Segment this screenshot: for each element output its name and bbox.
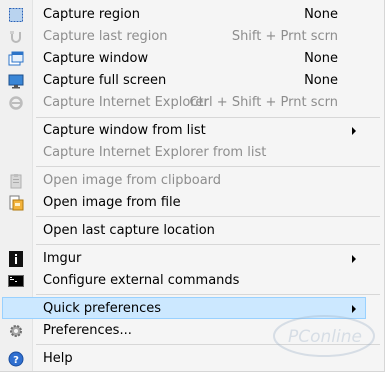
menu-item-label: Help xyxy=(43,351,73,366)
menu-item-capture-internet-explorer: Capture Internet Explorer Ctrl + Shift +… xyxy=(0,92,384,114)
pconline-watermark-logo: PConline xyxy=(268,310,378,366)
window-capture-icon xyxy=(8,51,24,67)
menu-item-capture-window[interactable]: Capture window None xyxy=(0,48,384,70)
menu-item-capture-region[interactable]: Capture region None xyxy=(0,4,384,26)
svg-text:?: ? xyxy=(13,355,19,366)
menu-item-capture-window-from-list[interactable]: Capture window from list xyxy=(0,120,384,142)
submenu-arrow-icon xyxy=(352,255,356,263)
last-region-icon xyxy=(8,29,24,45)
menu-item-shortcut: Shift + Prnt scrn xyxy=(231,29,338,44)
menu-separator xyxy=(36,117,380,118)
imgur-icon xyxy=(8,251,24,267)
menu-item-open-last-capture-location[interactable]: Open last capture location xyxy=(0,220,384,242)
submenu-arrow-icon xyxy=(352,127,356,135)
menu-item-imgur[interactable]: Imgur xyxy=(0,248,384,270)
menu-item-shortcut: None xyxy=(304,51,338,66)
menu-item-open-image-from-clipboard: Open image from clipboard xyxy=(0,170,384,192)
menu-item-label: Preferences... xyxy=(43,323,132,338)
menu-item-capture-last-region: Capture last region Shift + Prnt scrn xyxy=(0,26,384,48)
monitor-icon xyxy=(8,73,24,89)
menu-item-label: Open last capture location xyxy=(43,223,215,238)
menu-item-shortcut: Ctrl + Shift + Prnt scrn xyxy=(189,95,338,110)
menu-item-label: Capture window xyxy=(43,51,149,66)
menu-item-label: Capture full screen xyxy=(43,73,167,88)
menu-separator xyxy=(36,294,380,295)
clipboard-icon xyxy=(8,173,24,189)
internet-explorer-icon xyxy=(8,95,24,111)
menu-item-label: Imgur xyxy=(43,251,82,266)
menu-item-label: Quick preferences xyxy=(43,301,161,316)
menu-item-shortcut: None xyxy=(304,73,338,88)
menu-item-label: Capture Internet Explorer xyxy=(43,95,209,110)
menu-separator xyxy=(36,244,380,245)
menu-item-label: Capture region xyxy=(43,7,140,22)
menu-item-label: Configure external commands xyxy=(43,273,240,288)
open-file-icon xyxy=(8,195,24,211)
context-menu: Capture region None Capture last region … xyxy=(0,0,385,372)
menu-separator xyxy=(36,166,380,167)
gear-icon xyxy=(8,323,24,339)
menu-item-configure-external-commands[interactable]: Configure external commands xyxy=(0,270,384,292)
region-capture-icon xyxy=(8,7,24,23)
menu-separator xyxy=(36,216,380,217)
menu-item-capture-ie-from-list: Capture Internet Explorer from list xyxy=(0,142,384,164)
menu-item-label: Open image from file xyxy=(43,195,181,210)
menu-item-label: Open image from clipboard xyxy=(43,173,222,188)
menu-item-open-image-from-file[interactable]: Open image from file xyxy=(0,192,384,214)
help-icon: ? xyxy=(8,351,24,367)
menu-item-label: Capture Internet Explorer from list xyxy=(43,145,267,160)
console-icon xyxy=(8,273,24,289)
menu-item-label: Capture last region xyxy=(43,29,168,44)
menu-item-shortcut: None xyxy=(304,7,338,22)
menu-item-capture-full-screen[interactable]: Capture full screen None xyxy=(0,70,384,92)
menu-item-label: Capture window from list xyxy=(43,123,206,138)
svg-text:PConline: PConline xyxy=(288,327,362,347)
